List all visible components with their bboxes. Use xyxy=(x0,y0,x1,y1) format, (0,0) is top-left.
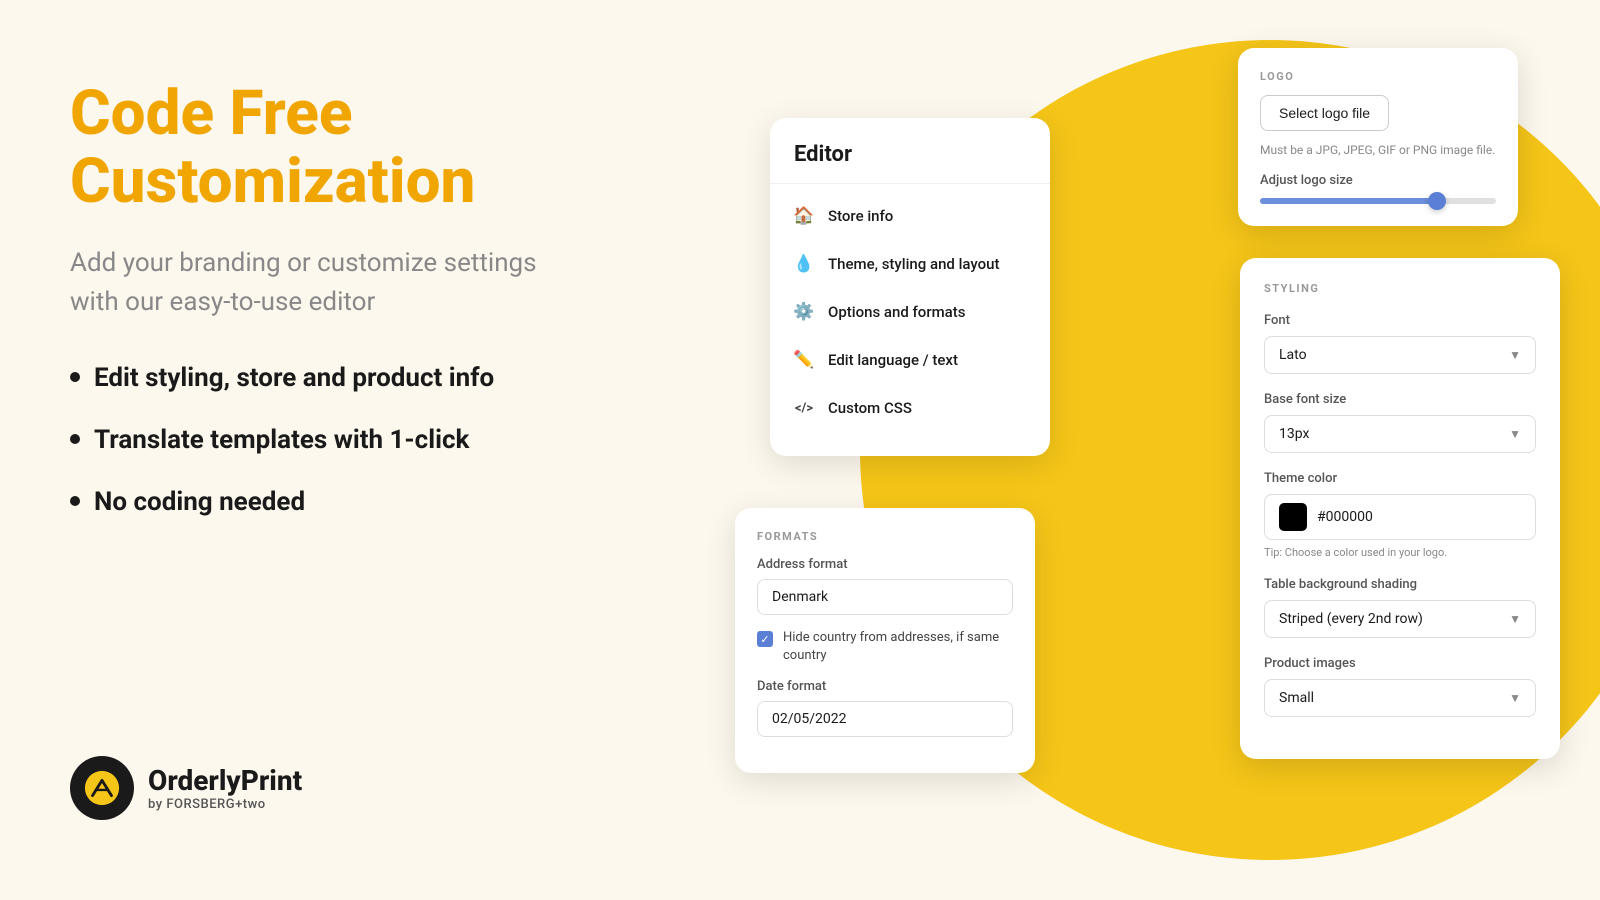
table-bg-select[interactable]: Striped (every 2nd row) ▼ xyxy=(1264,600,1536,638)
main-title: Code Free Customization xyxy=(70,80,610,216)
checkbox-icon: ✓ xyxy=(757,631,773,647)
bullet-list: Edit styling, store and product info Tra… xyxy=(70,362,610,519)
left-panel: Code Free Customization Add your brandin… xyxy=(0,0,680,900)
editor-card-title: Editor xyxy=(770,142,1050,184)
table-bg-field-group: Table background shading Striped (every … xyxy=(1264,577,1536,638)
base-font-field-group: Base font size 13px ▼ xyxy=(1264,392,1536,453)
theme-color-input[interactable]: #000000 xyxy=(1264,494,1536,540)
brand-sub: by FORSBERG+two xyxy=(148,797,302,812)
logo-hint-text: Must be a JPG, JPEG, GIF or PNG image fi… xyxy=(1260,141,1496,159)
product-images-label: Product images xyxy=(1264,656,1536,671)
brand-logo-icon xyxy=(70,756,134,820)
logo-settings-card: LOGO Select logo file Must be a JPG, JPE… xyxy=(1238,48,1518,226)
chevron-down-icon: ▼ xyxy=(1509,612,1521,626)
menu-item-theme[interactable]: 💧 Theme, styling and layout xyxy=(770,240,1050,288)
font-label: Font xyxy=(1264,313,1536,328)
brand-name: OrderlyPrint xyxy=(148,764,302,797)
font-select[interactable]: Lato ▼ xyxy=(1264,336,1536,374)
bullet-item-1: Edit styling, store and product info xyxy=(70,362,610,396)
brand-name-group: OrderlyPrint by FORSBERG+two xyxy=(148,764,302,812)
bullet-dot xyxy=(70,434,80,444)
base-font-label: Base font size xyxy=(1264,392,1536,407)
bullet-dot xyxy=(70,372,80,382)
gear-icon: ⚙️ xyxy=(794,302,814,322)
code-icon: </> xyxy=(794,398,814,418)
base-font-select[interactable]: 13px ▼ xyxy=(1264,415,1536,453)
chevron-down-icon: ▼ xyxy=(1509,691,1521,705)
logo-size-slider[interactable] xyxy=(1260,198,1496,204)
table-bg-label: Table background shading xyxy=(1264,577,1536,592)
edit-icon: ✏️ xyxy=(794,350,814,370)
address-format-value[interactable]: Denmark xyxy=(757,579,1013,615)
color-swatch xyxy=(1279,503,1307,531)
styling-section-label: STYLING xyxy=(1264,282,1536,295)
bullet-item-3: No coding needed xyxy=(70,486,610,520)
left-content: Code Free Customization Add your brandin… xyxy=(70,80,610,716)
chevron-down-icon: ▼ xyxy=(1509,427,1521,441)
subtitle: Add your branding or customize settings … xyxy=(70,244,550,322)
color-tip: Tip: Choose a color used in your logo. xyxy=(1264,546,1536,559)
logo-section-label: LOGO xyxy=(1260,70,1496,83)
checkbox-label: Hide country from addresses, if same cou… xyxy=(783,629,1013,665)
product-images-select[interactable]: Small ▼ xyxy=(1264,679,1536,717)
formats-card: FORMATS Address format Denmark ✓ Hide co… xyxy=(735,508,1035,773)
theme-color-label: Theme color xyxy=(1264,471,1536,486)
select-logo-button[interactable]: Select logo file xyxy=(1260,95,1389,131)
formats-section-label: FORMATS xyxy=(757,530,1013,543)
bullet-dot xyxy=(70,496,80,506)
menu-item-css[interactable]: </> Custom CSS xyxy=(770,384,1050,432)
menu-item-store-info[interactable]: 🏠 Store info xyxy=(770,192,1050,240)
chevron-down-icon: ▼ xyxy=(1509,348,1521,362)
right-panel: Editor 🏠 Store info 💧 Theme, styling and… xyxy=(680,0,1600,900)
bullet-item-2: Translate templates with 1-click xyxy=(70,424,610,458)
home-icon: 🏠 xyxy=(794,206,814,226)
brand-logo: OrderlyPrint by FORSBERG+two xyxy=(70,756,610,820)
menu-item-language[interactable]: ✏️ Edit language / text xyxy=(770,336,1050,384)
date-format-value[interactable]: 02/05/2022 xyxy=(757,701,1013,737)
hide-country-checkbox-row[interactable]: ✓ Hide country from addresses, if same c… xyxy=(757,629,1013,665)
theme-icon: 💧 xyxy=(794,254,814,274)
slider-fill xyxy=(1260,198,1437,204)
menu-item-options[interactable]: ⚙️ Options and formats xyxy=(770,288,1050,336)
date-format-label: Date format xyxy=(757,679,1013,694)
color-value: #000000 xyxy=(1317,509,1373,525)
adjust-logo-label: Adjust logo size xyxy=(1260,173,1496,188)
font-field-group: Font Lato ▼ xyxy=(1264,313,1536,374)
editor-card: Editor 🏠 Store info 💧 Theme, styling and… xyxy=(770,118,1050,456)
address-format-label: Address format xyxy=(757,557,1013,572)
styling-card: STYLING Font Lato ▼ Base font size 13px … xyxy=(1240,258,1560,759)
product-images-field-group: Product images Small ▼ xyxy=(1264,656,1536,717)
slider-thumb[interactable] xyxy=(1428,192,1446,210)
theme-color-field-group: Theme color #000000 Tip: Choose a color … xyxy=(1264,471,1536,559)
